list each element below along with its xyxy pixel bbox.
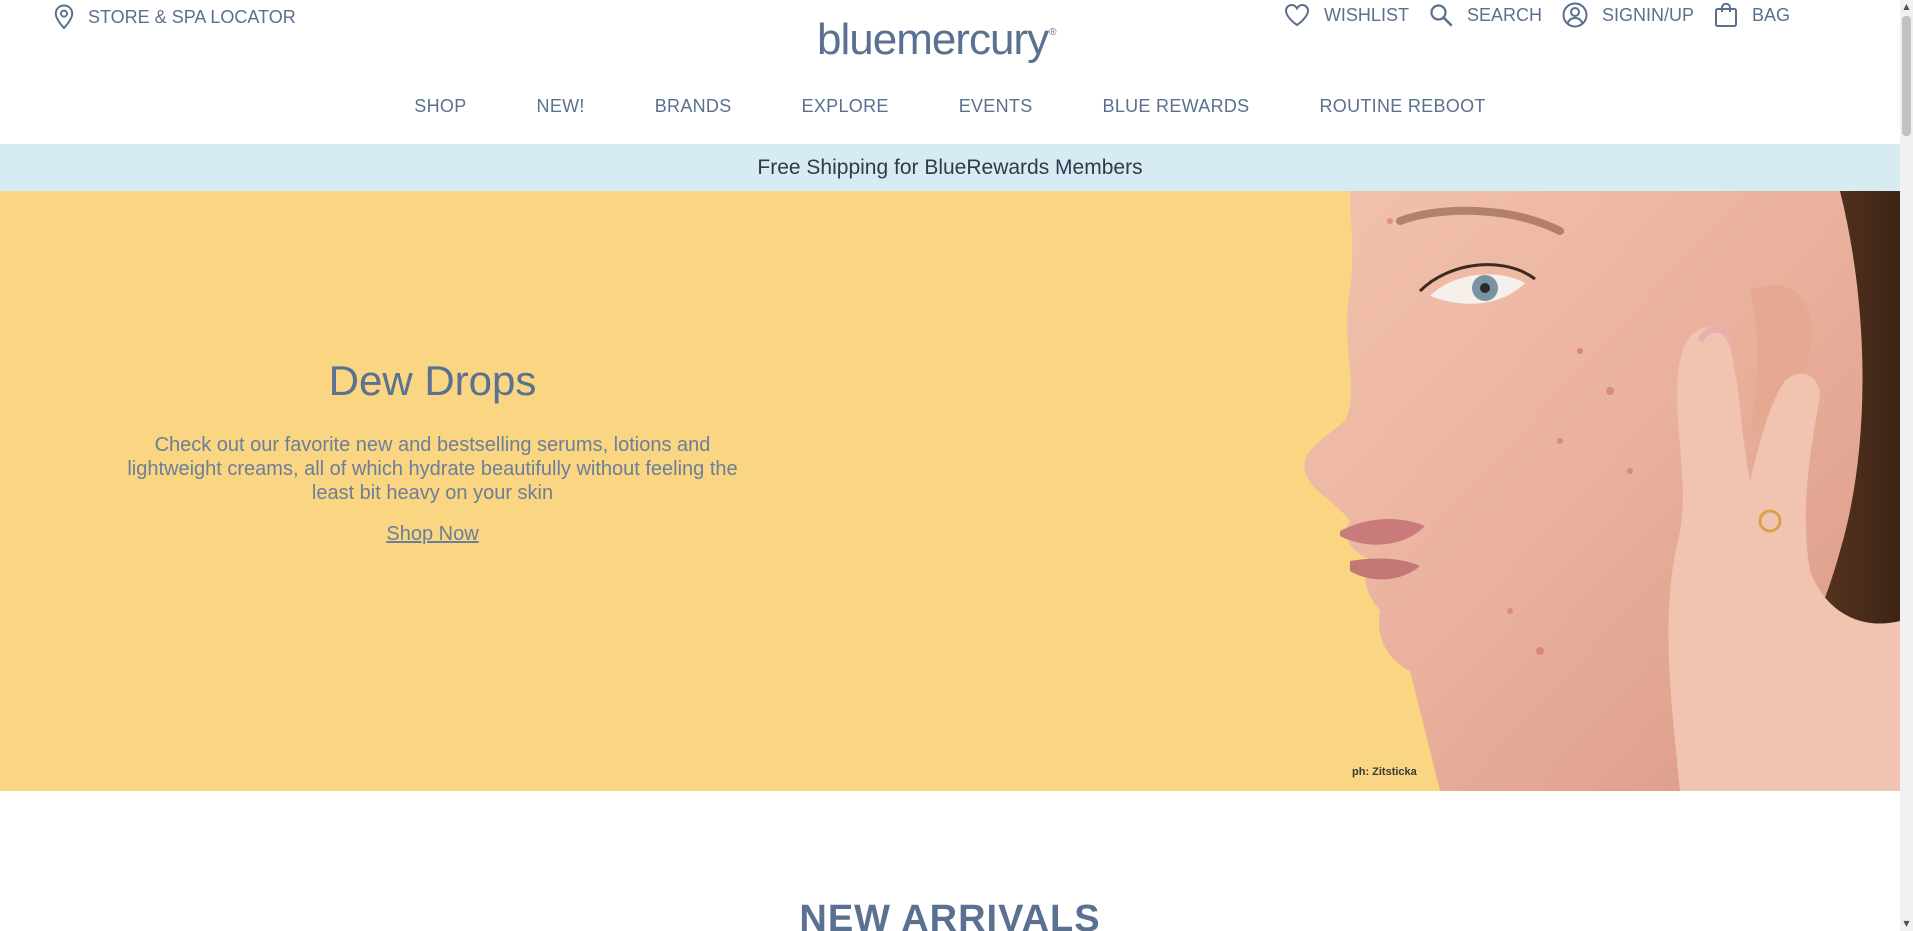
signin-link[interactable]: SIGNIN/UP [1562,2,1694,28]
hero-banner: Dew Drops Check out our favorite new and… [0,191,1900,791]
scroll-down-icon[interactable]: ▼ [1900,917,1913,931]
scroll-up-icon[interactable]: ▲ [1900,0,1913,14]
nav-item-brands[interactable]: BRANDS [655,96,732,117]
bag-link[interactable]: BAG [1714,2,1790,28]
registered-mark: ® [1049,27,1056,38]
hero-model-image[interactable] [1280,191,1900,791]
nav-item-routine-reboot[interactable]: ROUTINE REBOOT [1319,96,1485,117]
wishlist-label: WISHLIST [1323,4,1409,25]
photo-credit: ph: Zitsticka [1352,766,1417,778]
search-icon [1429,3,1453,27]
hero-title: Dew Drops [328,357,537,404]
wishlist-link[interactable]: WISHLIST [1284,3,1409,27]
page: STORE & SPA LOCATOR WISHLIST SEARCH SIGN… [0,0,1913,931]
nav-item-blue-rewards[interactable]: BLUE REWARDS [1103,96,1250,117]
hero-description: Check out our favorite new and bestselli… [127,434,738,504]
bluemercury-logo[interactable]: bluemercury® [817,15,1057,64]
nav-item-explore[interactable]: EXPLORE [802,96,889,117]
vertical-scrollbar[interactable]: ▲ ▼ [1900,0,1913,931]
heart-icon [1284,3,1310,27]
promo-banner[interactable]: Free Shipping for BlueRewards Members [0,144,1900,191]
nav-item-shop[interactable]: SHOP [414,96,466,117]
user-icon [1562,2,1588,28]
locator-label: STORE & SPA LOCATOR [88,6,296,27]
store-spa-locator-link[interactable]: STORE & SPA LOCATOR [54,4,296,30]
signin-label: SIGNIN/UP [1601,4,1694,25]
new-arrivals-heading: NEW ARRIVALS [799,897,1101,931]
utility-nav: WISHLIST SEARCH SIGNIN/UP BAG [1284,2,1790,28]
bag-icon [1714,2,1738,28]
shop-now-link[interactable]: Shop Now [386,523,478,545]
logo-text: bluemercury [817,15,1049,64]
map-pin-icon [54,4,74,30]
scrollbar-thumb[interactable] [1902,16,1911,136]
main-nav: SHOP NEW! BRANDS EXPLORE EVENTS BLUE REW… [0,96,1900,117]
search-link[interactable]: SEARCH [1429,3,1542,27]
hero-text-block: Dew Drops Check out our favorite new and… [110,357,755,546]
promo-text: Free Shipping for BlueRewards Members [757,155,1143,179]
search-label: SEARCH [1466,4,1542,25]
nav-item-new[interactable]: NEW! [537,96,585,117]
nav-item-events[interactable]: EVENTS [959,96,1033,117]
bag-label: BAG [1751,4,1790,25]
